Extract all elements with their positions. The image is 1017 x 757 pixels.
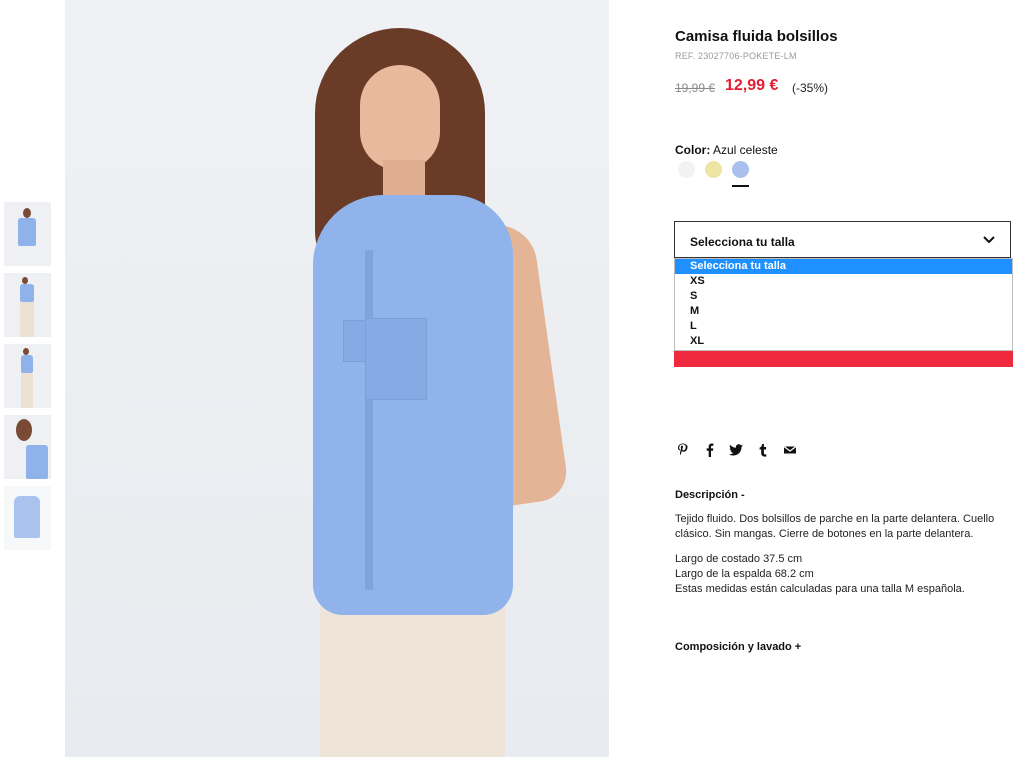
description-body: Tejido fluido. Dos bolsillos de parche e… — [675, 512, 1010, 607]
thumb-shirt — [20, 284, 34, 302]
thumb-shirt — [18, 218, 36, 246]
measurement-note: Estas medidas están calculadas para una … — [675, 583, 965, 595]
color-label: Color: Azul celeste — [675, 143, 778, 157]
thumbnail-3[interactable] — [4, 344, 51, 408]
thumbnail-4[interactable] — [4, 415, 51, 479]
original-price: 19,99 € — [675, 81, 716, 95]
thumb-shirt-flat — [14, 496, 40, 538]
size-option[interactable]: S — [675, 289, 1012, 304]
sale-price: 12,99 € — [725, 77, 779, 94]
product-reference: REF. 23027706-POKETE-LM — [675, 51, 797, 61]
thumbnail-1[interactable] — [4, 202, 51, 266]
thumbnail-2[interactable] — [4, 273, 51, 337]
discount-badge: (-35%) — [792, 81, 829, 95]
thumb-model-head — [23, 348, 29, 355]
thumbnail-5[interactable] — [4, 486, 51, 550]
thumb-shirt — [21, 355, 33, 373]
measurements: Largo de costado 37.5 cm Largo de la esp… — [675, 552, 1010, 597]
shirt-placket — [365, 250, 373, 590]
thumb-pants — [21, 373, 33, 408]
size-option[interactable]: Selecciona tu talla — [675, 259, 1012, 274]
description-text: Tejido fluido. Dos bolsillos de parche e… — [675, 513, 995, 540]
color-swatch-white[interactable] — [678, 161, 695, 178]
color-swatch-yellow[interactable] — [705, 161, 722, 178]
shirt-pocket-right — [365, 318, 427, 400]
measurement-side-length: Largo de costado 37.5 cm — [675, 553, 803, 565]
size-option[interactable]: XL — [675, 334, 1012, 349]
thumb-model-head — [16, 419, 32, 441]
thumb-model-head — [22, 277, 28, 284]
selected-swatch-indicator — [732, 185, 749, 187]
composition-toggle[interactable]: Composición y lavado + — [675, 641, 801, 653]
thumb-model-head — [23, 208, 31, 218]
product-title: Camisa fluida bolsillos — [675, 28, 838, 45]
color-label-value: Azul celeste — [713, 143, 778, 157]
product-image[interactable] — [65, 0, 609, 757]
color-label-key: Color: — [675, 143, 711, 157]
model-shirt — [313, 195, 513, 615]
thumb-shirt — [26, 445, 48, 479]
model-face — [360, 65, 440, 170]
size-select-value: Selecciona tu talla — [690, 235, 795, 249]
thumb-pants — [20, 302, 34, 337]
size-dropdown-list: Selecciona tu talla XS S M L XL — [674, 258, 1013, 351]
size-option[interactable]: L — [675, 319, 1012, 334]
tumblr-icon[interactable] — [755, 442, 771, 458]
facebook-icon[interactable] — [702, 442, 718, 458]
twitter-icon[interactable] — [728, 442, 744, 458]
size-option[interactable]: XS — [675, 274, 1012, 289]
size-select[interactable]: Selecciona tu talla — [674, 221, 1011, 258]
thumbnail-strip — [4, 202, 51, 557]
color-swatch-light-blue[interactable] — [732, 161, 749, 178]
description-toggle[interactable]: Descripción - — [675, 489, 745, 501]
size-option[interactable]: M — [675, 304, 1012, 319]
email-icon[interactable] — [782, 442, 798, 458]
measurement-back-length: Largo de la espalda 68.2 cm — [675, 568, 814, 580]
pinterest-icon[interactable] — [675, 442, 691, 458]
chevron-down-icon — [983, 236, 995, 244]
